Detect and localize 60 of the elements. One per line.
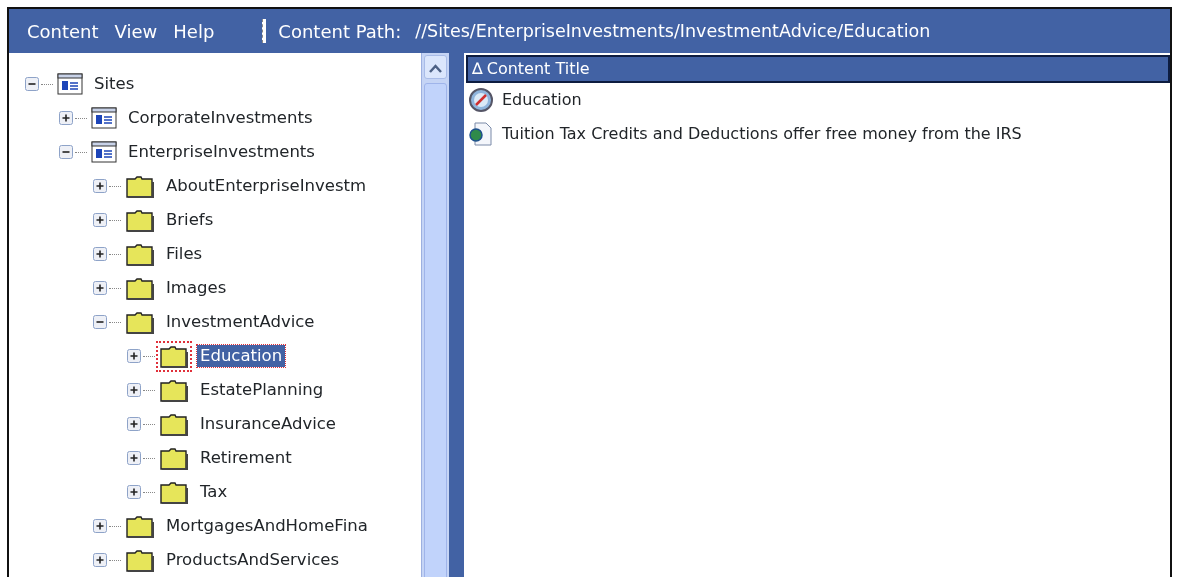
- expand-icon[interactable]: [93, 553, 107, 567]
- column-title: Content Title: [486, 58, 590, 80]
- list-item[interactable]: Tuition Tax Credits and Deductions offer free money from the IRS: [502, 122, 1022, 146]
- column-header[interactable]: ∆ Content Title: [466, 55, 1170, 83]
- tree-item[interactable]: Briefs: [163, 209, 217, 231]
- tree-item[interactable]: Education: [197, 345, 286, 367]
- tree-item[interactable]: InsuranceAdvice: [197, 413, 339, 435]
- folder-icon: [125, 275, 155, 301]
- window-icon: [57, 73, 83, 95]
- folder-icon: [125, 547, 155, 573]
- tree-item[interactable]: Tax: [197, 481, 231, 503]
- compass-icon: [468, 87, 494, 113]
- scroll-thumb[interactable]: [424, 83, 447, 577]
- path-label: Content Path:: [278, 19, 402, 44]
- tree-item[interactable]: MortgagesAndHomeFina: [163, 515, 371, 537]
- expand-icon[interactable]: [93, 247, 107, 261]
- collapse-icon[interactable]: [59, 145, 73, 159]
- expand-icon[interactable]: [93, 179, 107, 193]
- tree-item[interactable]: Images: [163, 277, 230, 299]
- folder-icon: [125, 173, 155, 199]
- tree-item[interactable]: Sites: [91, 73, 138, 95]
- collapse-icon[interactable]: [93, 315, 107, 329]
- tree-item[interactable]: EnterpriseInvestments: [125, 141, 318, 163]
- tree-item[interactable]: Files: [163, 243, 206, 265]
- tree-item[interactable]: CorporateInvestments: [125, 107, 316, 129]
- tree-item[interactable]: ProductsAndServices: [163, 549, 343, 571]
- window-icon: [91, 107, 117, 129]
- expand-icon[interactable]: [127, 417, 141, 431]
- scroll-up-button[interactable]: [424, 55, 447, 79]
- tree-item[interactable]: Retirement: [197, 447, 295, 469]
- globe-document-icon: [468, 121, 494, 147]
- folder-icon: [125, 513, 155, 539]
- list-item[interactable]: Education: [502, 88, 582, 112]
- window-icon: [91, 141, 117, 163]
- menu-item[interactable]: View: [106, 17, 166, 45]
- menu-item[interactable]: Content: [19, 17, 107, 45]
- expand-icon[interactable]: [127, 485, 141, 499]
- folder-icon: [159, 411, 189, 437]
- folder-icon: [159, 479, 189, 505]
- expand-icon[interactable]: [93, 281, 107, 295]
- folder-icon: [159, 343, 189, 369]
- expand-icon[interactable]: [93, 519, 107, 533]
- tree-item[interactable]: AboutEnterpriseInvestm: [163, 175, 370, 197]
- folder-icon: [125, 309, 155, 335]
- sort-indicator: ∆: [472, 58, 483, 80]
- collapse-icon[interactable]: [25, 77, 39, 91]
- path-value: //Sites/EnterpriseInvestments/InvestmentAdvice/Education: [415, 19, 931, 43]
- expand-icon[interactable]: [93, 213, 107, 227]
- menu-item[interactable]: Help: [165, 17, 223, 45]
- tree-item[interactable]: InvestmentAdvice: [163, 311, 318, 333]
- scrollbar[interactable]: [421, 53, 449, 577]
- expand-icon[interactable]: [59, 111, 73, 125]
- expand-icon[interactable]: [127, 349, 141, 363]
- folder-icon: [159, 445, 189, 471]
- expand-icon[interactable]: [127, 451, 141, 465]
- expand-icon[interactable]: [127, 383, 141, 397]
- tree-item[interactable]: EstatePlanning: [197, 379, 327, 401]
- folder-icon: [125, 241, 155, 267]
- folder-icon: [125, 207, 155, 233]
- folder-icon: [159, 377, 189, 403]
